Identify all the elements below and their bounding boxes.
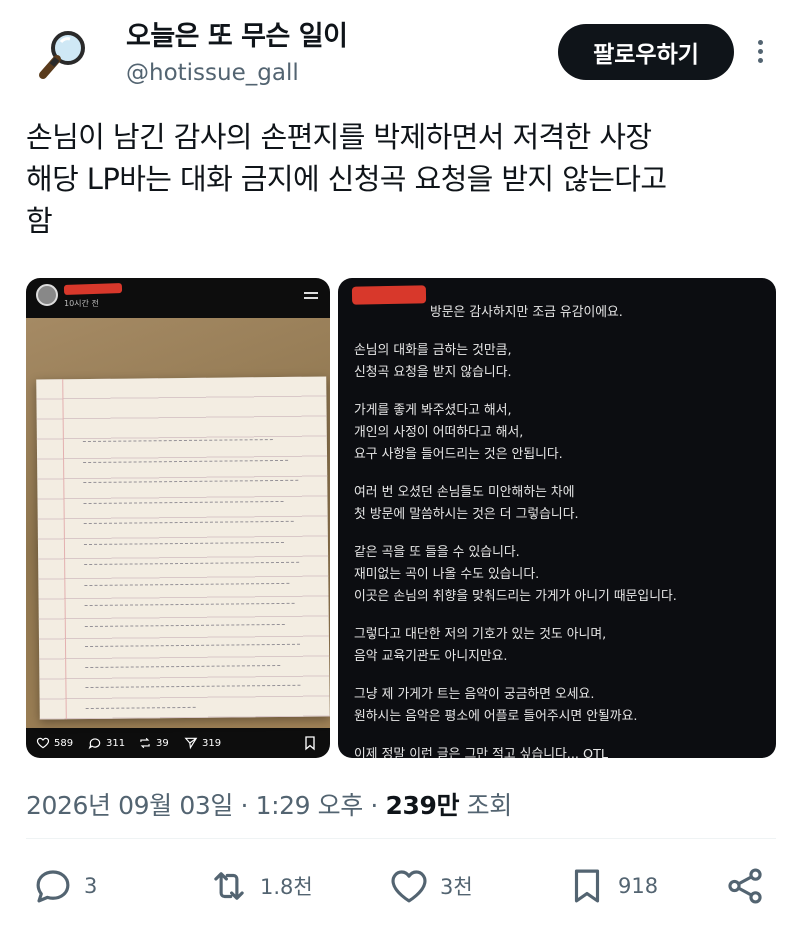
reply-count: 3 <box>84 874 98 898</box>
tweet-text-line: 손님이 남긴 감사의 손편지를 박제하면서 저격한 사장 <box>26 120 652 154</box>
notice-line: 요구 사항을 들어드리는 것은 안됩니다. <box>354 447 563 462</box>
post-reposts-count: 39 <box>156 737 169 749</box>
notice-line: 개인의 사정이 어떠하다고 해서, <box>354 425 524 440</box>
media-image-owner-notice[interactable]: 방문은 감사하지만 조금 유감이에요. 손님의 대화를 금하는 것만큼, 신청곡… <box>338 278 776 758</box>
repost-button[interactable]: 1.8천 <box>208 862 313 910</box>
handwriting-line <box>83 459 289 464</box>
views-label: 조회 <box>459 791 513 820</box>
notice-line: 이곳은 손님의 취향을 맞춰드리는 가게가 아니기 때문입니다. <box>354 589 677 604</box>
notice-line: 원하시는 음악은 평소에 어플로 들어주시면 안될까요. <box>354 709 638 724</box>
tweet-header: 오늘은 또 무슨 일이 @hotissue_gall 팔로우하기 <box>0 0 800 108</box>
tweet-actions: 3 1.8천 3천 918 <box>0 850 800 922</box>
handwriting-line <box>84 623 285 628</box>
handwriting-line <box>83 520 294 526</box>
user-handle[interactable]: @hotissue_gall <box>126 60 299 86</box>
bookmark-icon <box>305 736 315 751</box>
poster-avatar <box>36 284 58 306</box>
more-options-icon[interactable] <box>748 36 772 70</box>
post-share-stat: 319 <box>184 736 221 750</box>
comment-icon <box>88 738 101 750</box>
notice-line: 그렇다고 대단한 저의 기호가 있는 것도 아니며, <box>354 627 607 642</box>
heart-icon <box>391 870 427 903</box>
notice-line: 가게를 좋게 봐주셨다고 해서, <box>354 403 512 418</box>
notice-line: 음악 교육기관도 아니지만요. <box>354 649 508 664</box>
views-count: 239만 <box>385 791 460 820</box>
repost-count: 1.8천 <box>260 875 313 899</box>
letter-photo <box>26 318 330 728</box>
send-icon <box>184 737 198 750</box>
notice-line: 신청곡 요청을 받지 않습니다. <box>354 365 512 380</box>
notice-line: 같은 곡을 또 들을 수 있습니다. <box>354 545 520 560</box>
avatar[interactable] <box>30 20 100 90</box>
handwriting-line <box>83 541 284 546</box>
notice-line: 재미없는 곡이 나올 수도 있습니다. <box>354 567 540 582</box>
handwriting-line <box>83 479 299 485</box>
reply-icon <box>36 870 70 903</box>
reply-button[interactable]: 3 <box>32 862 97 910</box>
post-likes-count: 589 <box>54 737 74 749</box>
tweet-meta: 2026년 09월 03일 · 1:29 오후 · 239만 조회 <box>26 786 512 822</box>
tweet-date[interactable]: 2026년 09월 03일 <box>26 791 233 820</box>
tweet-text-line: 해당 LP바는 대화 금지에 신청곡 요청을 받지 않는다고 <box>26 162 667 196</box>
tweet-text-line: 함 <box>26 204 53 238</box>
bookmark-icon <box>574 869 600 903</box>
post-like-stat: 589 <box>36 736 73 750</box>
display-name[interactable]: 오늘은 또 무슨 일이 <box>126 14 348 53</box>
handwriting-line <box>85 684 301 690</box>
meta-separator: · <box>232 791 256 820</box>
notice-line: 이제 정말 이런 글은 그만 적고 싶습니다... OTL <box>354 747 609 758</box>
media-image-handwritten-letter[interactable]: 10시간 전 589 311 39 319 <box>26 278 330 758</box>
bookmark-count: 918 <box>618 874 659 898</box>
divider <box>26 838 776 839</box>
notice-line: 방문은 감사하지만 조금 유감이에요. <box>430 305 623 320</box>
magnifying-glass-icon <box>39 31 85 79</box>
notice-line: 그냥 제 가게가 트는 음악이 궁금하면 오세요. <box>354 687 595 702</box>
post-comment-stat: 311 <box>88 736 125 750</box>
tweet-text: 손님이 남긴 감사의 손편지를 박제하면서 저격한 사장 해당 LP바는 대화 … <box>26 116 776 242</box>
post-header: 10시간 전 <box>26 278 330 318</box>
like-button[interactable]: 3천 <box>388 862 473 910</box>
handwriting-line <box>85 664 281 669</box>
handwriting-line <box>85 643 301 649</box>
share-button[interactable] <box>724 862 766 910</box>
handwriting-line <box>84 582 290 587</box>
post-repost-stat: 39 <box>138 736 169 750</box>
tweet-time[interactable]: 1:29 오후 <box>256 791 364 820</box>
bookmark-button[interactable]: 918 <box>566 862 658 910</box>
menu-icon <box>304 292 318 294</box>
handwriting-line <box>84 602 295 608</box>
notice-line: 여러 번 오셨던 손님들도 미안해하는 차에 <box>354 485 575 500</box>
meta-separator: · <box>362 791 386 820</box>
follow-button[interactable]: 팔로우하기 <box>558 24 734 80</box>
media-grid: 10시간 전 589 311 39 319 방문은 감사하지만 조금 유감이에요… <box>26 278 776 758</box>
heart-icon <box>36 737 50 749</box>
handwriting-line <box>84 561 300 567</box>
repost-icon <box>140 737 150 749</box>
handwritten-letter <box>36 376 330 720</box>
notice-line: 손님의 대화를 금하는 것만큼, <box>354 343 512 358</box>
like-count: 3천 <box>440 875 473 899</box>
owner-notice-text: 방문은 감사하지만 조금 유감이에요. 손님의 대화를 금하는 것만큼, 신청곡… <box>354 286 764 758</box>
handwriting-line <box>82 439 273 444</box>
post-time: 10시간 전 <box>64 299 99 308</box>
post-stats: 589 311 39 319 <box>26 728 330 758</box>
notice-line: 첫 방문에 말씀하시는 것은 더 그렇습니다. <box>354 507 579 522</box>
handwriting-line <box>83 500 284 505</box>
redaction-mark <box>63 282 123 296</box>
repost-icon <box>214 872 244 900</box>
handwriting-line <box>85 706 196 710</box>
post-shares-count: 319 <box>202 737 222 749</box>
post-comments-count: 311 <box>106 737 126 749</box>
share-icon <box>728 868 762 904</box>
